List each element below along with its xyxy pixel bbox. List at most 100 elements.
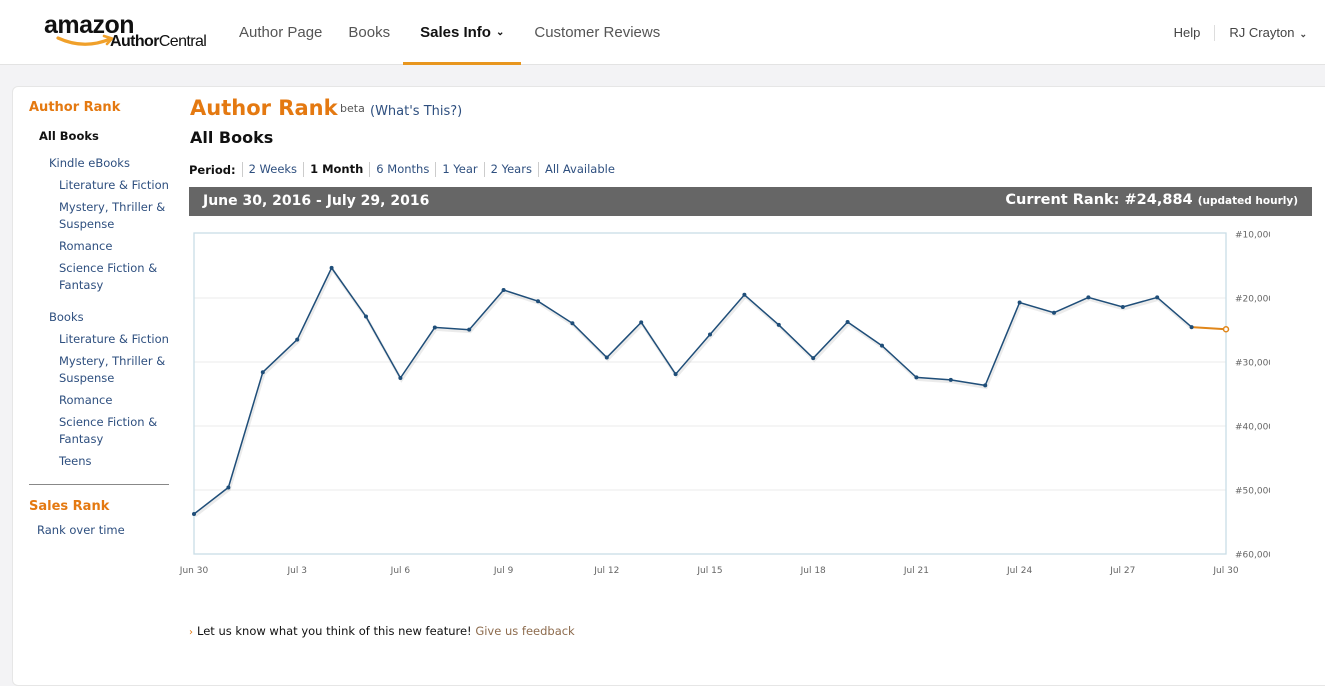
data-point: [708, 332, 712, 337]
sidebar-item-kindle-mystery-thriller[interactable]: Mystery, Thriller & Suspense: [59, 199, 165, 233]
x-tick-label: Jul 24: [1006, 566, 1032, 576]
data-point: [948, 377, 953, 382]
sidebar-divider: [29, 484, 169, 485]
data-point: [226, 485, 231, 490]
current-data-point: [1222, 326, 1230, 333]
y-axis-labels: #10,000 #20,000 #30,000 #40,000 #50,000 #60,0…: [1235, 231, 1270, 561]
data-point: [639, 320, 644, 325]
x-tick-label: Jul 12: [593, 566, 619, 576]
sidebar-item-kindle-literature-fiction[interactable]: Literature & Fiction: [59, 177, 169, 194]
data-point: [467, 327, 472, 332]
user-menu[interactable]: RJ Crayton ⌄: [1215, 25, 1307, 40]
sidebar-item-books-scifi-fantasy[interactable]: Science Fiction & Fantasy: [59, 414, 157, 448]
rank-line-shadow: [194, 266, 1194, 518]
x-tick-label: Jul 3: [286, 566, 306, 576]
date-range: June 30, 2016 - July 29, 2016: [203, 193, 430, 209]
sidebar-item-kindle-romance[interactable]: Romance: [59, 238, 112, 255]
nav-customer-reviews[interactable]: Customer Reviews: [521, 0, 673, 65]
chart-frame: [193, 232, 1227, 555]
period-1-month[interactable]: 1 Month: [303, 162, 369, 177]
data-point: [845, 320, 850, 324]
sidebar-heading-sales-rank[interactable]: Sales Rank: [29, 499, 109, 514]
nav-label: Sales Info: [420, 24, 491, 41]
data-point: [1052, 310, 1056, 315]
sidebar-item-books-literature-fiction[interactable]: Literature & Fiction: [59, 331, 169, 348]
nav-label: Customer Reviews: [534, 24, 661, 41]
y-tick-label: #30,000: [1235, 359, 1270, 369]
period-selector: Period: 2 Weeks 1 Month 6 Months 1 Year …: [189, 162, 621, 177]
x-tick-label: Jul 27: [1109, 566, 1135, 576]
updated-note: (updated hourly): [1197, 195, 1298, 207]
sidebar-item-kindle-ebooks[interactable]: Kindle eBooks: [49, 155, 130, 172]
data-point: [192, 512, 196, 516]
data-point: [570, 321, 575, 326]
x-tick-label: Jul 21: [903, 566, 929, 576]
feedback-prompt: › Let us know what you think of this new …: [189, 624, 575, 638]
data-point: [536, 299, 540, 304]
sidebar-item-books[interactable]: Books: [49, 309, 84, 326]
give-feedback-link[interactable]: Give us feedback: [475, 624, 574, 638]
user-name: RJ Crayton: [1229, 25, 1295, 40]
sidebar-item-books-romance[interactable]: Romance: [59, 392, 112, 409]
data-point: [432, 325, 437, 330]
sidebar-heading-author-rank[interactable]: Author Rank: [29, 100, 120, 115]
data-point: [914, 375, 919, 380]
date-range-bar: June 30, 2016 - July 29, 2016 Current Ra…: [189, 187, 1312, 216]
chevron-down-icon: ⌄: [495, 27, 505, 38]
nav-label: Author Page: [239, 24, 323, 41]
data-point: [329, 265, 334, 270]
nav-sales-info[interactable]: Sales Info ⌄: [403, 0, 522, 65]
feedback-text: Let us know what you think of this new f…: [197, 624, 472, 638]
help-link[interactable]: Help: [1174, 24, 1216, 41]
logo-author-word: Author: [110, 33, 159, 50]
nav-author-page[interactable]: Author Page: [226, 0, 335, 65]
sidebar-item-all-books[interactable]: All Books: [39, 128, 99, 145]
period-all-available[interactable]: All Available: [537, 162, 621, 177]
x-tick-label: Jul 18: [800, 566, 826, 576]
period-2-weeks[interactable]: 2 Weeks: [241, 162, 303, 177]
data-point: [1189, 325, 1194, 330]
current-rank-segment: [1191, 326, 1227, 331]
amazon-author-central-logo[interactable]: amazon AuthorCentral: [44, 12, 214, 56]
data-point: [604, 355, 609, 360]
logo-author-central-text: AuthorCentral: [110, 33, 207, 51]
y-tick-label: #10,000: [1235, 231, 1270, 241]
data-point: [398, 376, 403, 380]
data-point: [260, 370, 265, 375]
chart-gridlines: [194, 297, 1226, 491]
whats-this-link[interactable]: (What's This?): [370, 104, 462, 119]
data-point: [295, 337, 300, 342]
chevron-down-icon: ⌄: [1299, 29, 1307, 39]
y-tick-label: #40,000: [1235, 423, 1270, 433]
x-tick-label: Jun 30: [179, 566, 209, 576]
period-2-years[interactable]: 2 Years: [483, 162, 538, 177]
sidebar-item-books-teens[interactable]: Teens: [59, 453, 92, 470]
x-tick-label: Jul 6: [390, 566, 411, 576]
data-point: [742, 292, 747, 297]
sidebar-item-rank-over-time[interactable]: Rank over time: [37, 522, 125, 539]
period-1-year[interactable]: 1 Year: [435, 162, 483, 177]
sidebar-item-kindle-scifi-fantasy[interactable]: Science Fiction & Fantasy: [59, 260, 157, 294]
data-point: [673, 372, 678, 377]
amazon-smile-icon: [56, 34, 114, 46]
data-point: [776, 322, 781, 327]
data-point: [1120, 304, 1125, 309]
x-tick-label: Jul 9: [493, 566, 514, 576]
account-nav: Help RJ Crayton ⌄: [1174, 0, 1307, 65]
current-rank: Current Rank: #24,884 (updated hourly): [1005, 192, 1298, 208]
x-tick-label: Jul 15: [696, 566, 722, 576]
data-point: [1155, 295, 1160, 300]
x-axis-labels: Jun 30 Jul 3 Jul 6 Jul 9 Jul 12 Jul 15 Jul 18 J…: [179, 566, 1239, 576]
nav-label: Books: [348, 24, 391, 41]
page-subtitle: All Books: [190, 128, 274, 147]
sidebar-item-books-mystery-thriller[interactable]: Mystery, Thriller & Suspense: [59, 353, 165, 387]
data-point: [1017, 300, 1022, 305]
period-6-months[interactable]: 6 Months: [369, 162, 435, 177]
data-point: [880, 343, 884, 348]
top-navigation-bar: amazon AuthorCentral Author Page Books S…: [0, 0, 1325, 65]
rank-line: [193, 266, 1193, 515]
page-title: Author Rank: [190, 96, 338, 120]
logo-central-word: Central: [158, 33, 207, 50]
nav-books[interactable]: Books: [335, 0, 403, 65]
data-point: [364, 314, 368, 319]
